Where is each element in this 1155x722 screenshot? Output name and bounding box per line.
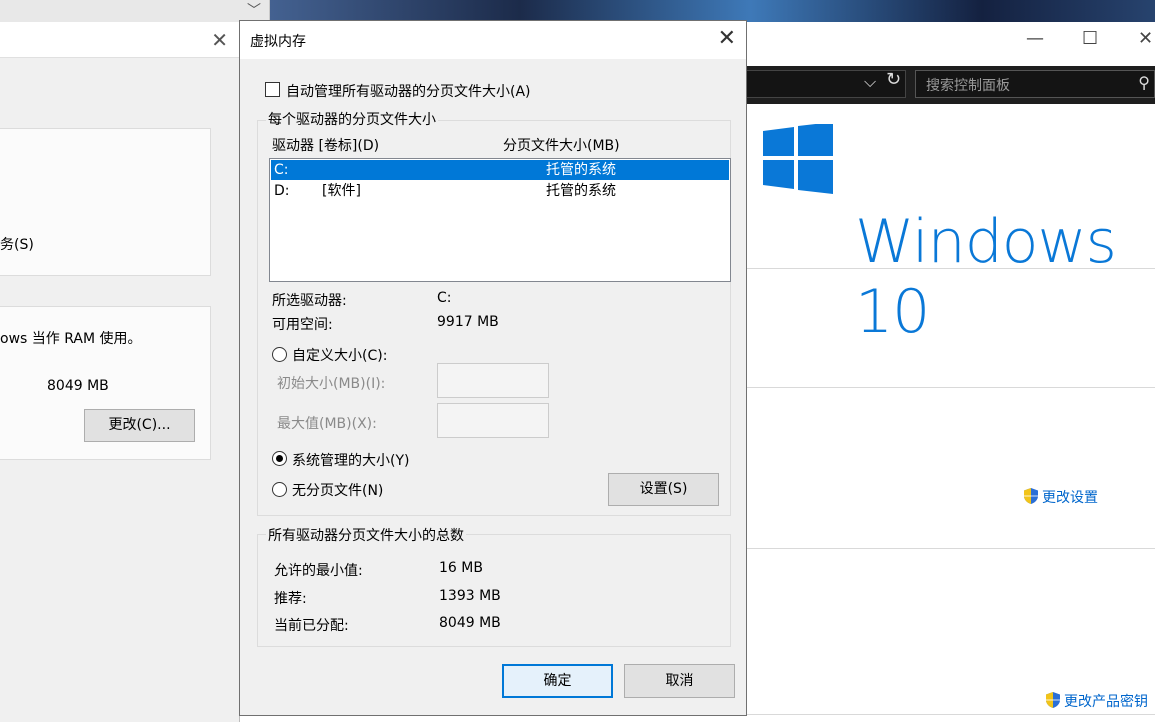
drive-letter: C: (274, 162, 289, 178)
close-icon[interactable]: ✕ (718, 25, 736, 53)
system-managed-label[interactable]: 系统管理的大小(Y) (292, 450, 409, 470)
change-product-key-label[interactable]: 更改产品密钥 (1064, 694, 1148, 710)
background-tab[interactable]: ﹀ (0, 0, 270, 22)
search-input[interactable]: 搜索控制面板 ⚲ (915, 70, 1155, 98)
close-icon[interactable]: ✕ (211, 28, 228, 52)
address-bar: ⌵ ↻ 搜索控制面板 ⚲ (746, 66, 1155, 104)
address-field[interactable] (746, 70, 906, 98)
minimize-icon[interactable]: — (1026, 28, 1044, 49)
currently-allocated-value: 8049 MB (439, 615, 501, 631)
left-service-text: 务(S) (0, 237, 34, 253)
chevron-down-icon[interactable]: ⌵ (864, 72, 876, 92)
recommended-label: 推荐: (274, 591, 307, 607)
auto-manage-checkbox[interactable] (265, 82, 280, 97)
change-product-key-link[interactable]: 更改产品密钥 (1044, 691, 1148, 711)
initial-size-input[interactable] (437, 363, 549, 398)
left-paging-size: 8049 MB (47, 378, 109, 394)
windows-logo-icon (763, 124, 833, 194)
initial-size-label: 初始大小(MB)(I): (277, 376, 386, 392)
windows-10-wordmark: Windows 10 (855, 207, 1117, 347)
no-paging-file-radio[interactable] (272, 482, 287, 497)
column-header-drive: 驱动器 [卷标](D) (272, 138, 380, 154)
change-settings-link[interactable]: 更改设置 (1022, 487, 1098, 507)
auto-manage-label[interactable]: 自动管理所有驱动器的分页文件大小(A) (286, 81, 531, 101)
system-info-content (746, 104, 1155, 722)
divider (746, 714, 1155, 715)
currently-allocated-label: 当前已分配: (274, 618, 349, 634)
change-virtual-memory-button[interactable]: 更改(C)... (84, 409, 195, 442)
drive-volume: [软件] (322, 183, 361, 199)
available-space-label: 可用空间: (272, 317, 333, 333)
drive-letter: D: (274, 183, 290, 199)
recommended-value: 1393 MB (439, 588, 501, 604)
change-settings-label[interactable]: 更改设置 (1042, 490, 1098, 506)
min-allowed-label: 允许的最小值: (274, 563, 363, 579)
uac-shield-icon (1024, 488, 1038, 504)
dialog-title: 虚拟内存 (250, 34, 306, 50)
ok-button[interactable]: 确定 (502, 664, 613, 698)
drive-list[interactable]: C: 托管的系统 D: [软件] 托管的系统 (269, 158, 731, 282)
max-size-input[interactable] (437, 403, 549, 438)
performance-options-window: ﹀ ✕ 务(S) ows 当作 RAM 使用。 8049 MB 更改(C)... (0, 0, 270, 722)
cancel-button[interactable]: 取消 (624, 664, 735, 698)
right-window-titlebar: — ☐ ✕ (746, 22, 1155, 60)
left-ram-text: ows 当作 RAM 使用。 (0, 331, 142, 347)
column-header-size: 分页文件大小(MB) (503, 138, 620, 154)
maximize-icon[interactable]: ☐ (1082, 28, 1098, 49)
per-drive-group-label: 每个驱动器的分页文件大小 (266, 109, 438, 129)
drive-paging-size: 托管的系统 (546, 183, 616, 199)
search-icon[interactable]: ⚲ (1138, 73, 1150, 92)
divider (746, 387, 1155, 388)
max-size-label: 最大值(MB)(X): (277, 416, 377, 432)
uac-shield-icon (1046, 692, 1060, 708)
selected-drive-value: C: (437, 290, 452, 306)
min-allowed-value: 16 MB (439, 560, 483, 576)
left-window-titlebar: ✕ (0, 22, 240, 58)
close-icon[interactable]: ✕ (1138, 28, 1153, 49)
system-managed-radio[interactable] (272, 451, 287, 466)
set-button[interactable]: 设置(S) (608, 473, 719, 506)
custom-size-radio[interactable] (272, 347, 287, 362)
search-placeholder: 搜索控制面板 (926, 78, 1010, 94)
drive-paging-size: 托管的系统 (546, 162, 616, 178)
control-panel-system-window: — ☐ ✕ ⌵ ↻ 搜索控制面板 ⚲ Windows 10 更改设置 更改产品密… (746, 22, 1155, 722)
selected-drive-label: 所选驱动器: (272, 293, 347, 309)
custom-size-label[interactable]: 自定义大小(C): (292, 345, 387, 365)
divider (746, 548, 1155, 549)
no-paging-file-label[interactable]: 无分页文件(N) (292, 480, 383, 500)
chevron-down-icon[interactable]: ﹀ (247, 0, 261, 20)
refresh-icon[interactable]: ↻ (886, 69, 901, 90)
virtual-memory-dialog: 虚拟内存 ✕ 自动管理所有驱动器的分页文件大小(A) 每个驱动器的分页文件大小 … (239, 20, 747, 716)
dialog-titlebar: 虚拟内存 ✕ (240, 21, 746, 59)
totals-group-label: 所有驱动器分页文件大小的总数 (266, 525, 466, 545)
drive-row-d[interactable]: D: [软件] 托管的系统 (271, 181, 729, 201)
available-space-value: 9917 MB (437, 314, 499, 330)
drive-row-c[interactable]: C: 托管的系统 (271, 160, 729, 180)
